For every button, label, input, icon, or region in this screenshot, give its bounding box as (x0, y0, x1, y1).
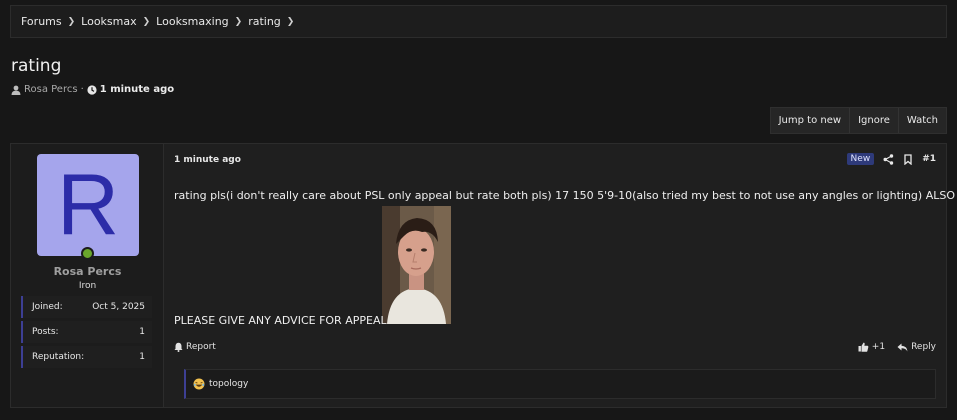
stat-value: Oct 5, 2025 (92, 302, 145, 312)
post-actions: New #1 (846, 153, 936, 165)
breadcrumb-item-rating[interactable]: rating ❯ (248, 15, 300, 28)
thread-time[interactable]: 1 minute ago (100, 84, 174, 95)
page-title: rating (11, 56, 62, 76)
breadcrumb-label[interactable]: Looksmax (81, 15, 136, 28)
chevron-right-icon: ❯ (67, 16, 76, 27)
reply-icon (897, 343, 908, 351)
breadcrumb-item-looksmaxing[interactable]: Looksmaxing ❯ (156, 15, 248, 28)
username[interactable]: Rosa Percs (11, 265, 164, 278)
chevron-right-icon: ❯ (234, 16, 243, 27)
breadcrumb-label[interactable]: Looksmaxing (156, 15, 228, 28)
bell-icon (174, 342, 183, 352)
post-time[interactable]: 1 minute ago (174, 155, 241, 165)
stat-joined: Joined: Oct 5, 2025 (21, 296, 152, 318)
face-photo (382, 206, 451, 324)
post: R Rosa Percs Iron Joined: Oct 5, 2025 Po… (10, 143, 955, 408)
ignore-button[interactable]: Ignore (849, 108, 898, 133)
like-count: +1 (871, 342, 886, 352)
breadcrumb: Forums ❯ Looksmax ❯ Looksmaxing ❯ rating… (10, 5, 947, 38)
clock-icon (87, 84, 97, 95)
post-body-text: rating pls(i don't really care about PSL… (174, 189, 955, 202)
reaction-user-link[interactable]: topology (209, 379, 248, 389)
avatar[interactable]: R (37, 154, 139, 256)
post-image[interactable] (382, 206, 451, 324)
bookmark-icon[interactable] (903, 153, 913, 165)
reply-button[interactable]: Reply (897, 342, 936, 352)
user-stats: Joined: Oct 5, 2025 Posts: 1 Reputation:… (21, 296, 152, 371)
post-content: 1 minute ago New #1 rating pls(i don't r… (174, 144, 955, 407)
post-advice-text: PLEASE GIVE ANY ADVICE FOR APPEAL (174, 314, 387, 327)
jump-to-new-button[interactable]: Jump to new (771, 108, 849, 133)
new-badge: New (846, 153, 875, 165)
thread-meta: Rosa Percs · 1 minute ago (11, 84, 174, 95)
breadcrumb-label[interactable]: Forums (21, 15, 62, 28)
meta-separator: · (80, 84, 84, 95)
post-footer-actions: +1 Reply (858, 342, 936, 352)
stat-posts: Posts: 1 (21, 321, 152, 343)
chevron-right-icon: ❯ (286, 16, 295, 27)
post-number-link[interactable]: #1 (922, 154, 936, 164)
user-icon (11, 85, 21, 95)
breadcrumb-item-looksmax[interactable]: Looksmax ❯ (81, 15, 156, 28)
report-link[interactable]: Report (174, 342, 216, 352)
reply-label: Reply (911, 342, 936, 352)
thread-author-link[interactable]: Rosa Percs (24, 84, 78, 95)
laugh-emoji-icon (193, 378, 205, 390)
stat-reputation: Reputation: 1 (21, 346, 152, 368)
reactions-bar[interactable]: topology (184, 369, 936, 399)
thumbs-up-icon (858, 342, 869, 352)
watch-button[interactable]: Watch (897, 108, 946, 133)
breadcrumb-label[interactable]: rating (248, 15, 281, 28)
stat-value: 1 (139, 327, 145, 337)
stat-value: 1 (139, 352, 145, 362)
like-button[interactable]: +1 (858, 342, 885, 352)
report-label[interactable]: Report (186, 342, 216, 352)
stat-label: Posts: (32, 327, 59, 337)
chevron-right-icon: ❯ (142, 16, 151, 27)
online-indicator (81, 247, 94, 260)
user-rank: Iron (78, 281, 97, 291)
stat-label: Reputation: (32, 352, 85, 362)
thread-toolbar: Jump to new Ignore Watch (769, 107, 947, 134)
breadcrumb-item-forums[interactable]: Forums ❯ (21, 15, 81, 28)
post-user-column: R Rosa Percs Iron Joined: Oct 5, 2025 Po… (11, 144, 164, 407)
share-icon[interactable] (883, 153, 894, 165)
stat-label: Joined: (32, 302, 63, 312)
